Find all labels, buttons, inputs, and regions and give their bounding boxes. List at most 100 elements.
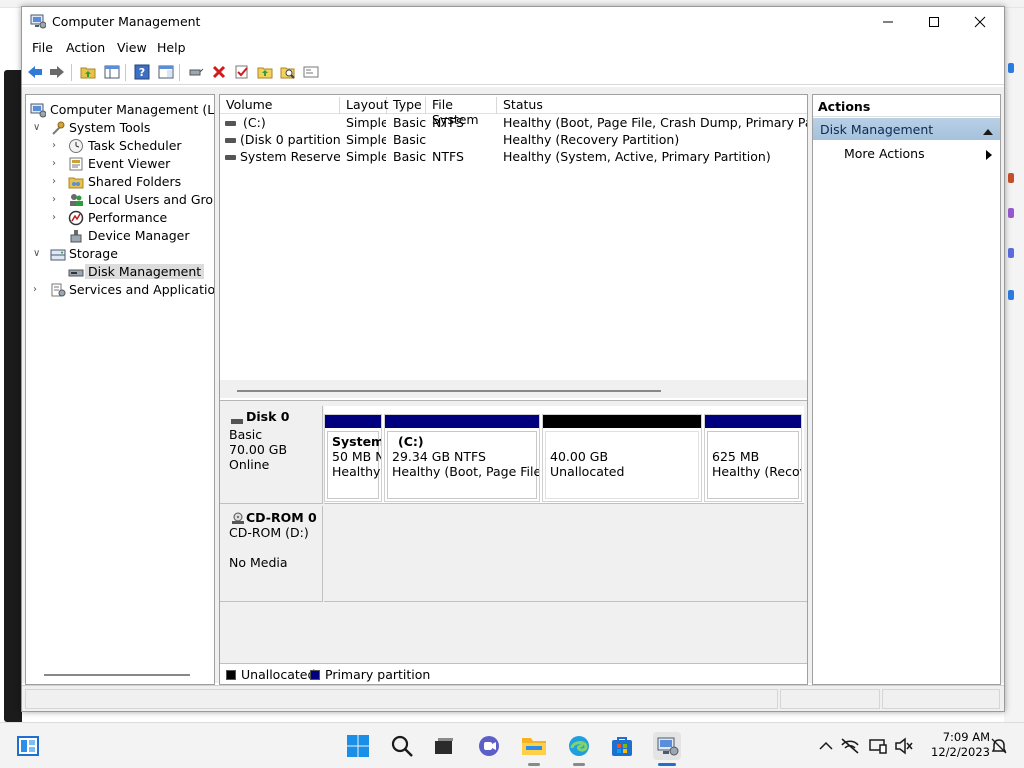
chevron-down-icon[interactable]: ∨: [33, 122, 43, 134]
disk-0-label[interactable]: Disk 0 Basic 70.00 GB Online: [220, 406, 323, 504]
tree-label: Computer Management (Local: [50, 102, 215, 117]
file-explorer-icon[interactable]: [520, 732, 548, 760]
menu-view[interactable]: View: [117, 40, 147, 55]
column-header-layout[interactable]: Layout: [340, 97, 389, 114]
disk-properties-icon[interactable]: [302, 63, 320, 81]
tree-item-local-users-and-groups[interactable]: › Local Users and Groups: [26, 191, 214, 209]
chevron-up-icon[interactable]: [814, 732, 838, 760]
partition-c[interactable]: (C:) 29.34 GB NTFS Healthy (Boot, Page F…: [384, 414, 540, 502]
background-icon: [1008, 290, 1014, 300]
show-hide-tree-icon[interactable]: [103, 63, 121, 81]
more-actions-item[interactable]: More Actions: [813, 143, 1000, 163]
volume-icon: [225, 155, 236, 160]
tree-item-services-and-applications[interactable]: › Services and Applications: [26, 281, 214, 299]
column-header-status[interactable]: Status: [497, 97, 807, 114]
device-manager-icon: [68, 228, 84, 244]
pane-splitter[interactable]: [220, 400, 807, 404]
disk-graphical-view: Disk 0 Basic 70.00 GB Online System 50 M…: [220, 406, 807, 661]
table-row[interactable]: (C:) Simple Basic NTFS Healthy (Boot, Pa…: [220, 115, 807, 132]
tree-item-storage[interactable]: ∨ Storage: [26, 245, 214, 263]
tree-root[interactable]: Computer Management (Local: [26, 101, 215, 119]
chat-icon[interactable]: [475, 732, 503, 760]
widgets-icon[interactable]: [14, 732, 42, 760]
forward-icon[interactable]: [48, 63, 66, 81]
window-title: Computer Management: [52, 14, 201, 29]
delete-icon[interactable]: [210, 63, 228, 81]
store-icon[interactable]: [608, 732, 636, 760]
cdrom-0-label[interactable]: CD-ROM 0 CD-ROM (D:) No Media: [220, 506, 323, 602]
disk-management-icon: [68, 264, 84, 280]
collapse-up-icon[interactable]: [983, 123, 993, 138]
tree-item-device-manager[interactable]: Device Manager: [26, 227, 214, 245]
chevron-down-icon[interactable]: ∨: [33, 248, 43, 260]
legend-swatch-primary: [310, 670, 320, 680]
title-bar[interactable]: Computer Management: [22, 7, 1004, 36]
tree-item-system-tools[interactable]: ∨ System Tools: [26, 119, 214, 137]
menu-file[interactable]: File: [32, 40, 53, 55]
properties-view-icon[interactable]: [157, 63, 175, 81]
close-button[interactable]: [957, 7, 1003, 36]
column-header-volume[interactable]: Volume: [220, 97, 340, 114]
background-icon: [1008, 208, 1014, 218]
chevron-right-icon[interactable]: ›: [52, 158, 62, 170]
computer-management-icon[interactable]: [653, 732, 681, 760]
toolbar: ?: [22, 60, 1004, 85]
event-viewer-icon: [68, 156, 84, 172]
menu-help[interactable]: Help: [157, 40, 186, 55]
partition-unallocated[interactable]: 40.00 GB Unallocated: [542, 414, 702, 502]
tree-item-task-scheduler[interactable]: › Task Scheduler: [26, 137, 214, 155]
partition-recovery[interactable]: 625 MB Healthy (Recove: [704, 414, 802, 502]
minimize-button[interactable]: [865, 7, 911, 36]
help-icon[interactable]: ?: [133, 63, 151, 81]
tree-item-performance[interactable]: › Performance: [26, 209, 214, 227]
toolbar-separator: [125, 64, 126, 81]
menu-action[interactable]: Action: [66, 40, 105, 55]
up-folder-icon[interactable]: [79, 63, 97, 81]
actions-group-label: Disk Management: [820, 122, 934, 137]
system-clock[interactable]: 7:09 AM 12/2/2023: [920, 730, 990, 760]
chevron-right-icon[interactable]: ›: [33, 284, 43, 296]
check-icon[interactable]: [233, 63, 251, 81]
performance-icon: [68, 210, 84, 226]
search-icon[interactable]: [388, 732, 416, 760]
maximize-button[interactable]: [911, 7, 957, 36]
column-header-file-system[interactable]: File System: [426, 97, 497, 127]
chevron-right-icon[interactable]: ›: [52, 176, 62, 188]
chevron-right-icon[interactable]: ›: [52, 212, 62, 224]
back-icon[interactable]: [26, 63, 44, 81]
volume-list-horizontal-scrollbar[interactable]: [237, 390, 661, 392]
desktop-left-strip: [0, 8, 22, 722]
start-icon[interactable]: [344, 732, 372, 760]
tree-item-shared-folders[interactable]: › Shared Folders: [26, 173, 214, 191]
computer-management-icon: [30, 13, 47, 29]
task-view-icon[interactable]: [430, 732, 458, 760]
volume-name: (Disk 0 partition 3): [240, 132, 340, 147]
sound-off-icon[interactable]: [892, 732, 916, 760]
table-row[interactable]: System Reserved Simple Basic NTFS Health…: [220, 149, 807, 166]
actions-group-disk-management[interactable]: Disk Management: [813, 118, 1000, 140]
partition-body: 625 MB Healthy (Recove: [707, 431, 801, 499]
connect-icon[interactable]: [187, 63, 205, 81]
volume-type: Basic: [393, 115, 426, 130]
table-row[interactable]: (Disk 0 partition 3) Simple Basic Health…: [220, 132, 807, 149]
column-header-type[interactable]: Type: [387, 97, 426, 114]
background-icon: [1008, 248, 1014, 258]
volume-icon: [225, 121, 236, 126]
clock-time: 7:09 AM: [942, 730, 990, 744]
volume-file-system: NTFS: [432, 149, 464, 164]
tree-item-event-viewer[interactable]: › Event Viewer: [26, 155, 214, 173]
minimize-icon: [883, 21, 893, 22]
open-folder-icon[interactable]: [256, 63, 274, 81]
notification-icon[interactable]: [988, 732, 1010, 760]
device-icon[interactable]: [866, 732, 890, 760]
edge-icon[interactable]: [565, 732, 593, 760]
chevron-right-icon[interactable]: ›: [52, 140, 62, 152]
network-off-icon[interactable]: [838, 732, 862, 760]
find-icon[interactable]: [279, 63, 297, 81]
tree-item-disk-management[interactable]: Disk Management: [26, 263, 214, 281]
disk-management-pane: Volume Layout Type File System Status (C…: [219, 94, 808, 685]
partition-system-reserved[interactable]: System 50 MB N Healthy: [324, 414, 382, 502]
tree-horizontal-scrollbar[interactable]: [44, 674, 190, 676]
chevron-right-icon[interactable]: ›: [52, 194, 62, 206]
menu-bar: File Action View Help: [22, 36, 1004, 58]
